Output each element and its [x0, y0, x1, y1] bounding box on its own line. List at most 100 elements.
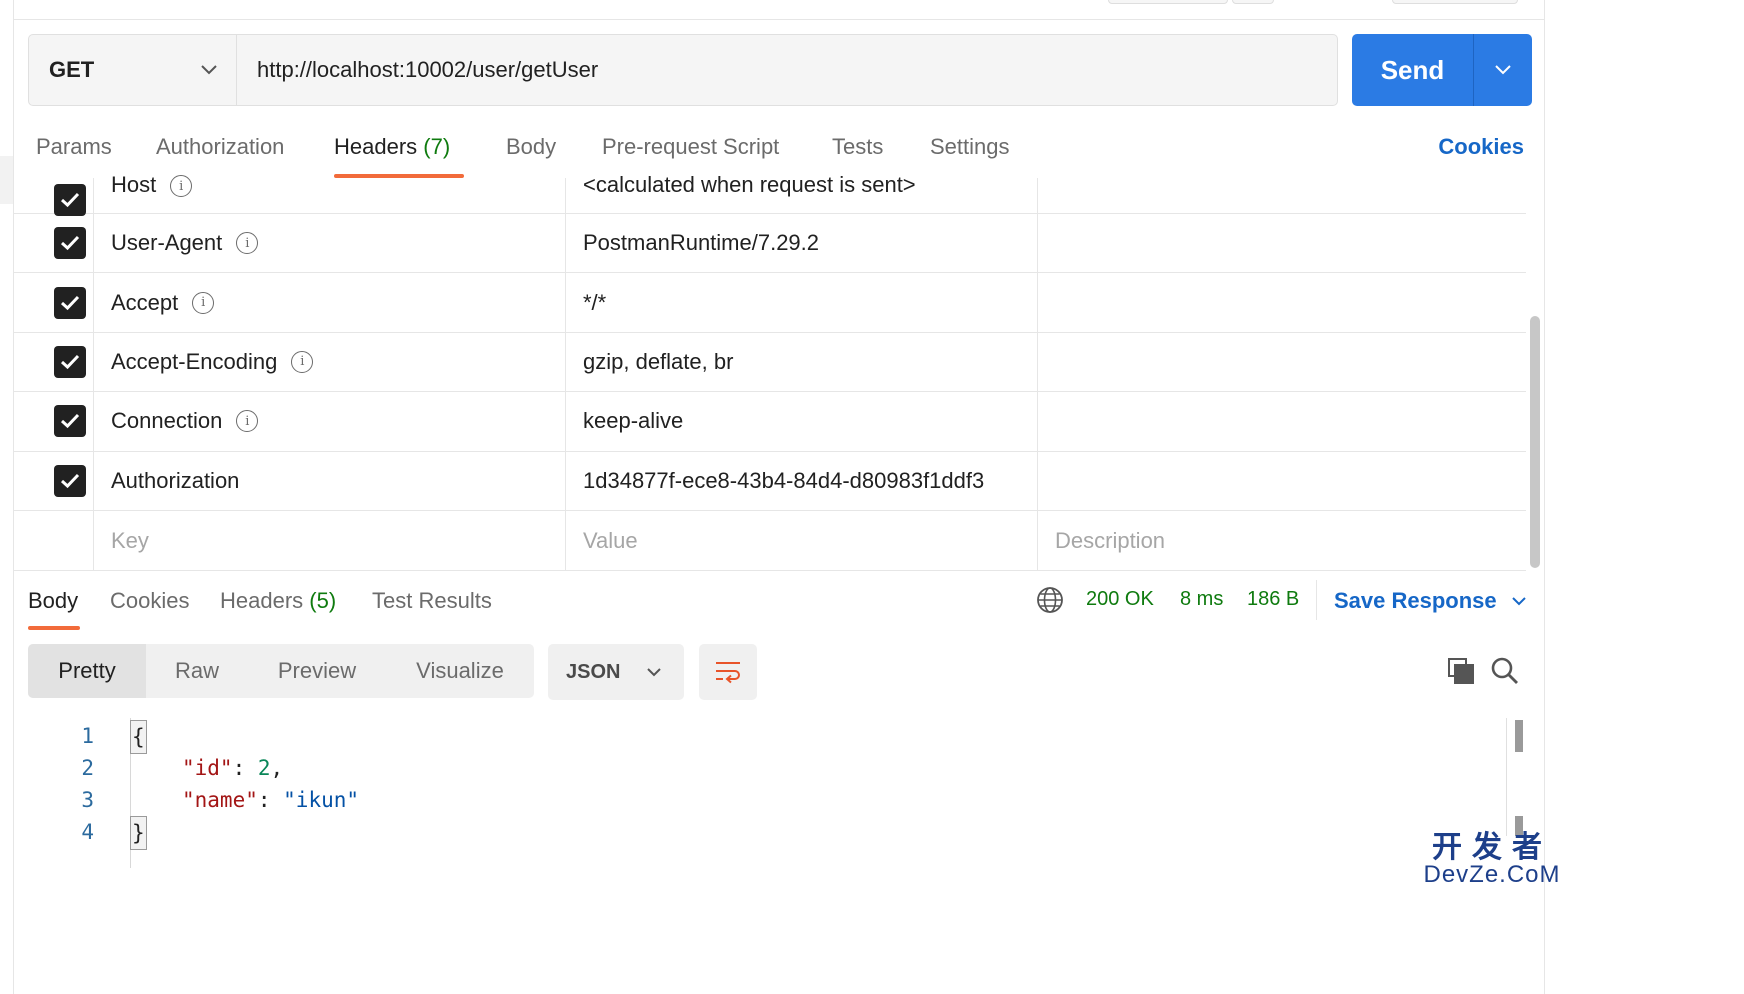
new-key-input[interactable]: Key — [94, 510, 566, 571]
method-select[interactable]: GET — [29, 35, 237, 105]
line-number: 3 — [81, 788, 94, 812]
header-key-cell[interactable]: Connection i — [94, 392, 566, 451]
headers-scrollbar[interactable] — [1530, 316, 1540, 568]
header-value-cell[interactable]: keep-alive — [566, 392, 1038, 451]
tab-params[interactable]: Params — [36, 134, 112, 160]
table-row: Authorization 1d34877f-ece8-43b4-84d4-d8… — [14, 451, 1526, 511]
url-input[interactable]: http://localhost:10002/user/getUser — [237, 35, 1337, 105]
header-value-cell[interactable]: */* — [566, 273, 1038, 332]
header-description-cell[interactable] — [1038, 214, 1526, 272]
toolbar-chip[interactable] — [1108, 0, 1228, 4]
header-key-cell[interactable]: User-Agent i — [94, 214, 566, 273]
header-key-cell[interactable]: Authorization — [94, 451, 566, 510]
code-line: 2 — [28, 752, 94, 784]
header-checkbox[interactable] — [54, 464, 86, 497]
response-tab-body[interactable]: Body — [28, 588, 78, 614]
header-key-cell[interactable]: Accept i — [94, 273, 566, 332]
tab-headers[interactable]: Headers (7) — [334, 134, 450, 160]
header-value-cell[interactable]: 1d34877f-ece8-43b4-84d4-d80983f1ddf3 — [566, 451, 1038, 510]
tab-body[interactable]: Body — [506, 134, 556, 160]
response-tab-test-results[interactable]: Test Results — [372, 588, 492, 614]
row-check-cell — [14, 214, 94, 273]
code-line: 3 — [28, 784, 94, 816]
send-options-button[interactable] — [1474, 34, 1532, 106]
code-line: 4 — [28, 816, 94, 848]
info-icon[interactable]: i — [236, 410, 259, 433]
header-value-cell[interactable]: PostmanRuntime/7.29.2 — [566, 214, 1038, 273]
table-row: Accept-Encoding i gzip, deflate, br — [14, 332, 1526, 393]
brace-match: } — [130, 816, 147, 850]
json-key: "id" — [182, 756, 233, 780]
info-icon[interactable]: i — [192, 291, 215, 314]
tab-headers-label: Headers — [334, 134, 418, 159]
header-key-cell[interactable]: Host i — [94, 172, 566, 213]
response-size[interactable]: 186 B — [1247, 588, 1299, 611]
scroll-thumb[interactable] — [1515, 720, 1523, 752]
status-code[interactable]: 200 OK — [1086, 588, 1154, 611]
view-raw-button[interactable]: Raw — [146, 644, 248, 698]
view-preview-button[interactable]: Preview — [248, 644, 386, 698]
tab-headers-count: (7) — [423, 134, 451, 159]
chevron-down-icon — [647, 668, 661, 677]
response-tab-headers[interactable]: Headers (5) — [220, 588, 336, 614]
tab-tests[interactable]: Tests — [832, 134, 883, 160]
response-time[interactable]: 8 ms — [1180, 588, 1223, 611]
copy-icon[interactable] — [1446, 656, 1476, 686]
new-description-input[interactable]: Description — [1038, 511, 1526, 570]
header-checkbox[interactable] — [54, 405, 86, 438]
headers-table: Host i <calculated when request is sent> … — [14, 172, 1526, 572]
check-icon — [60, 295, 80, 310]
tab-authorization[interactable]: Authorization — [156, 134, 284, 160]
format-select[interactable]: JSON — [548, 644, 684, 700]
line-number: 4 — [81, 820, 94, 844]
site-watermark: 开发者 DevZe.CoM — [1423, 832, 1561, 888]
header-checkbox[interactable] — [54, 184, 86, 216]
watermark-en: DevZe.CoM — [1423, 861, 1561, 888]
wrap-lines-button[interactable] — [699, 644, 757, 700]
header-description-cell[interactable] — [1038, 178, 1526, 213]
header-value: 1d34877f-ece8-43b4-84d4-d80983f1ddf3 — [583, 467, 985, 493]
json-key: "name" — [182, 788, 258, 812]
header-key-cell[interactable]: Accept-Encoding i — [94, 332, 566, 392]
response-tab-headers-count: (5) — [309, 588, 337, 613]
left-panel-edge — [0, 0, 14, 994]
header-checkbox[interactable] — [54, 345, 86, 378]
save-response-button[interactable]: Save Response — [1334, 588, 1527, 614]
toolbar-chip[interactable] — [1232, 0, 1274, 4]
cookies-link[interactable]: Cookies — [1438, 134, 1524, 160]
view-visualize-button[interactable]: Visualize — [386, 644, 534, 698]
code-line-text: { — [130, 720, 147, 754]
header-checkbox[interactable] — [54, 227, 86, 260]
response-tab-cookies[interactable]: Cookies — [110, 588, 189, 614]
info-icon[interactable]: i — [291, 350, 314, 373]
check-icon — [60, 354, 80, 370]
table-row: Host i <calculated when request is sent> — [14, 172, 1526, 216]
header-description-cell[interactable] — [1038, 452, 1526, 510]
globe-icon[interactable] — [1036, 586, 1064, 614]
save-response-label: Save Response — [1334, 588, 1497, 613]
table-row: Connection i keep-alive — [14, 392, 1526, 452]
info-icon[interactable]: i — [170, 175, 193, 197]
header-value-cell[interactable]: gzip, deflate, br — [566, 332, 1038, 392]
header-checkbox[interactable] — [54, 286, 86, 319]
code-scrollbar[interactable] — [1506, 718, 1528, 836]
header-value: */* — [583, 289, 607, 315]
toolbar-chip[interactable] — [1392, 0, 1518, 4]
info-icon[interactable]: i — [236, 232, 259, 255]
send-button[interactable]: Send — [1352, 34, 1532, 106]
header-value-cell[interactable]: <calculated when request is sent> — [566, 172, 1038, 213]
tab-prerequest-script[interactable]: Pre-request Script — [602, 134, 779, 160]
code-line-text: "name": "ikun" — [182, 788, 360, 812]
header-key: Accept — [111, 289, 179, 315]
response-body-code[interactable]: 1 { 2 "id": 2, 3 "name": "ikun" 4 } — [28, 718, 1508, 878]
row-check-cell — [14, 178, 94, 216]
view-pretty-button[interactable]: Pretty — [28, 644, 146, 698]
header-description-cell[interactable] — [1038, 273, 1526, 331]
tab-settings[interactable]: Settings — [930, 134, 1010, 160]
header-description-cell[interactable] — [1038, 392, 1526, 450]
header-description-cell[interactable] — [1038, 333, 1526, 391]
search-icon[interactable] — [1490, 656, 1520, 686]
response-tabs: Body Cookies Headers (5) Test Results 20… — [28, 572, 1528, 630]
new-value-input[interactable]: Value — [566, 510, 1038, 571]
check-icon — [60, 473, 80, 488]
